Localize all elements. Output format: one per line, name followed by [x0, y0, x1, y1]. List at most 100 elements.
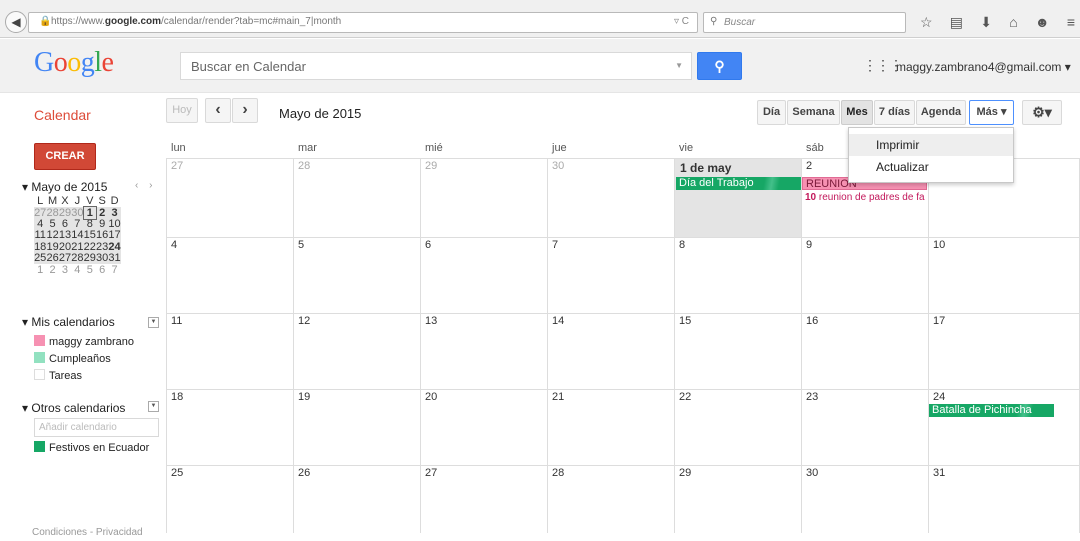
day-cell[interactable]: 30	[801, 465, 928, 541]
my-calendars-header[interactable]: ▾ Mis calendarios	[22, 315, 115, 329]
calendar-item-cumpleanos[interactable]: Cumpleaños	[34, 352, 111, 365]
day-number[interactable]: 4	[171, 239, 177, 251]
day-number[interactable]: 30	[806, 467, 818, 479]
day-number[interactable]: 23	[806, 391, 818, 403]
mini-calendar-title[interactable]: ▾ Mayo de 2015	[22, 180, 107, 194]
day-number[interactable]: 28	[298, 160, 310, 172]
day-number[interactable]: 20	[425, 391, 437, 403]
day-number[interactable]: 30	[552, 160, 564, 172]
view-7days-button[interactable]: 7 días	[874, 100, 915, 125]
mini-day[interactable]: 15	[83, 230, 96, 242]
day-number[interactable]: 21	[552, 391, 564, 403]
day-number[interactable]: 27	[425, 467, 437, 479]
day-cell[interactable]: 30	[547, 158, 674, 234]
event-item[interactable]: 10 reunion de padres de fa	[805, 192, 929, 203]
other-calendars-dropdown-icon[interactable]: ▼	[148, 401, 159, 412]
day-cell[interactable]: 12	[293, 313, 420, 389]
day-cell[interactable]: 24 Batalla de Pichincha	[928, 389, 1055, 465]
bookmark-star-icon[interactable]: ☆	[920, 14, 933, 31]
color-swatch[interactable]	[34, 352, 45, 363]
day-cell[interactable]: 19	[293, 389, 420, 465]
mini-day[interactable]: 2	[46, 264, 58, 275]
day-number[interactable]: 31	[933, 467, 945, 479]
day-cell[interactable]: 31	[928, 465, 1055, 541]
day-number[interactable]: 14	[552, 315, 564, 327]
day-cell[interactable]: 27	[420, 465, 547, 541]
view-day-button[interactable]: Día	[757, 100, 786, 125]
day-cell[interactable]: 21	[547, 389, 674, 465]
day-cell[interactable]: 22	[674, 389, 801, 465]
settings-gear-icon[interactable]: ⚙▾	[1022, 100, 1062, 125]
day-number[interactable]: 11	[171, 315, 182, 327]
day-cell[interactable]: 23	[801, 389, 928, 465]
event-chip[interactable]: Día del Trabajo	[676, 177, 801, 190]
day-number[interactable]: 26	[298, 467, 310, 479]
mini-day[interactable]: 12	[46, 230, 59, 242]
search-options-caret-icon[interactable]: ▼	[675, 61, 683, 70]
view-week-button[interactable]: Semana	[787, 100, 840, 125]
mini-day[interactable]: 29	[83, 252, 96, 265]
day-cell[interactable]: 28	[547, 465, 674, 541]
day-number[interactable]: 17	[933, 315, 945, 327]
day-cell[interactable]: 4	[166, 237, 293, 313]
mini-day[interactable]: 31	[108, 252, 121, 265]
reload-icon[interactable]: ▿ C	[674, 16, 689, 27]
mini-day[interactable]: 7	[108, 264, 120, 275]
mini-day[interactable]: 13	[58, 230, 72, 242]
mini-day[interactable]: 27	[58, 252, 72, 265]
day-number[interactable]: 9	[806, 239, 812, 251]
mini-day[interactable]: 4	[71, 264, 83, 275]
day-cell[interactable]: 7	[547, 237, 674, 313]
address-bar[interactable]: 🔒 https://www.google.com/calendar/render…	[28, 12, 698, 33]
day-number[interactable]: 24	[933, 391, 945, 403]
my-calendars-dropdown-icon[interactable]: ▼	[148, 317, 159, 328]
day-cell[interactable]: 29	[674, 465, 801, 541]
chat-icon[interactable]: ☻	[1035, 14, 1050, 30]
day-number[interactable]: 1 de may	[680, 161, 731, 175]
day-cell[interactable]: 6	[420, 237, 547, 313]
mini-day[interactable]: 28	[71, 252, 84, 265]
color-swatch[interactable]	[34, 369, 45, 380]
mini-day[interactable]: 26	[46, 252, 59, 265]
today-button[interactable]: Hoy	[166, 98, 198, 123]
view-agenda-button[interactable]: Agenda	[916, 100, 966, 125]
day-cell[interactable]: 15	[674, 313, 801, 389]
day-number[interactable]: 2	[806, 160, 812, 172]
mini-day[interactable]: 30	[95, 252, 109, 265]
day-cell[interactable]: 29	[420, 158, 547, 234]
day-number[interactable]: 27	[171, 160, 183, 172]
day-cell[interactable]: 28	[293, 158, 420, 234]
day-number[interactable]: 25	[171, 467, 183, 479]
mini-day[interactable]: 5	[84, 264, 96, 275]
day-cell[interactable]: 14	[547, 313, 674, 389]
day-cell[interactable]: 17	[928, 313, 1055, 389]
search-button[interactable]: ⚲	[697, 52, 742, 80]
create-button[interactable]: CREAR	[34, 143, 96, 170]
day-number[interactable]: 7	[552, 239, 558, 251]
day-cell[interactable]: 5	[293, 237, 420, 313]
day-number[interactable]: 19	[298, 391, 310, 403]
calendar-search-input[interactable]: Buscar en Calendar ▼	[180, 52, 692, 80]
day-number[interactable]: 15	[679, 315, 691, 327]
mini-day[interactable]: 14	[71, 230, 84, 242]
add-calendar-input[interactable]: Añadir calendario	[34, 418, 159, 437]
day-cell[interactable]: 13	[420, 313, 547, 389]
day-cell[interactable]: 16	[801, 313, 928, 389]
mini-calendar-nav[interactable]: ‹ ›	[135, 180, 156, 191]
app-title[interactable]: Calendar	[34, 107, 91, 123]
day-cell[interactable]: 10	[928, 237, 1055, 313]
day-cell[interactable]: 11	[166, 313, 293, 389]
day-number[interactable]: 8	[679, 239, 685, 251]
back-arrow-icon[interactable]: ◀	[5, 11, 27, 33]
browser-search-box[interactable]: ⚲ Buscar	[703, 12, 906, 33]
google-logo[interactable]: Google	[34, 47, 114, 79]
day-number[interactable]: 10	[933, 239, 945, 251]
day-number[interactable]: 28	[552, 467, 564, 479]
day-cell[interactable]: 8	[674, 237, 801, 313]
menu-icon[interactable]: ≡	[1067, 14, 1075, 30]
mini-day[interactable]: 6	[96, 264, 108, 275]
day-cell[interactable]: 25	[166, 465, 293, 541]
mini-day[interactable]: 1	[34, 264, 46, 275]
mini-day[interactable]: 11	[34, 230, 47, 242]
view-month-button[interactable]: Mes	[841, 100, 873, 125]
